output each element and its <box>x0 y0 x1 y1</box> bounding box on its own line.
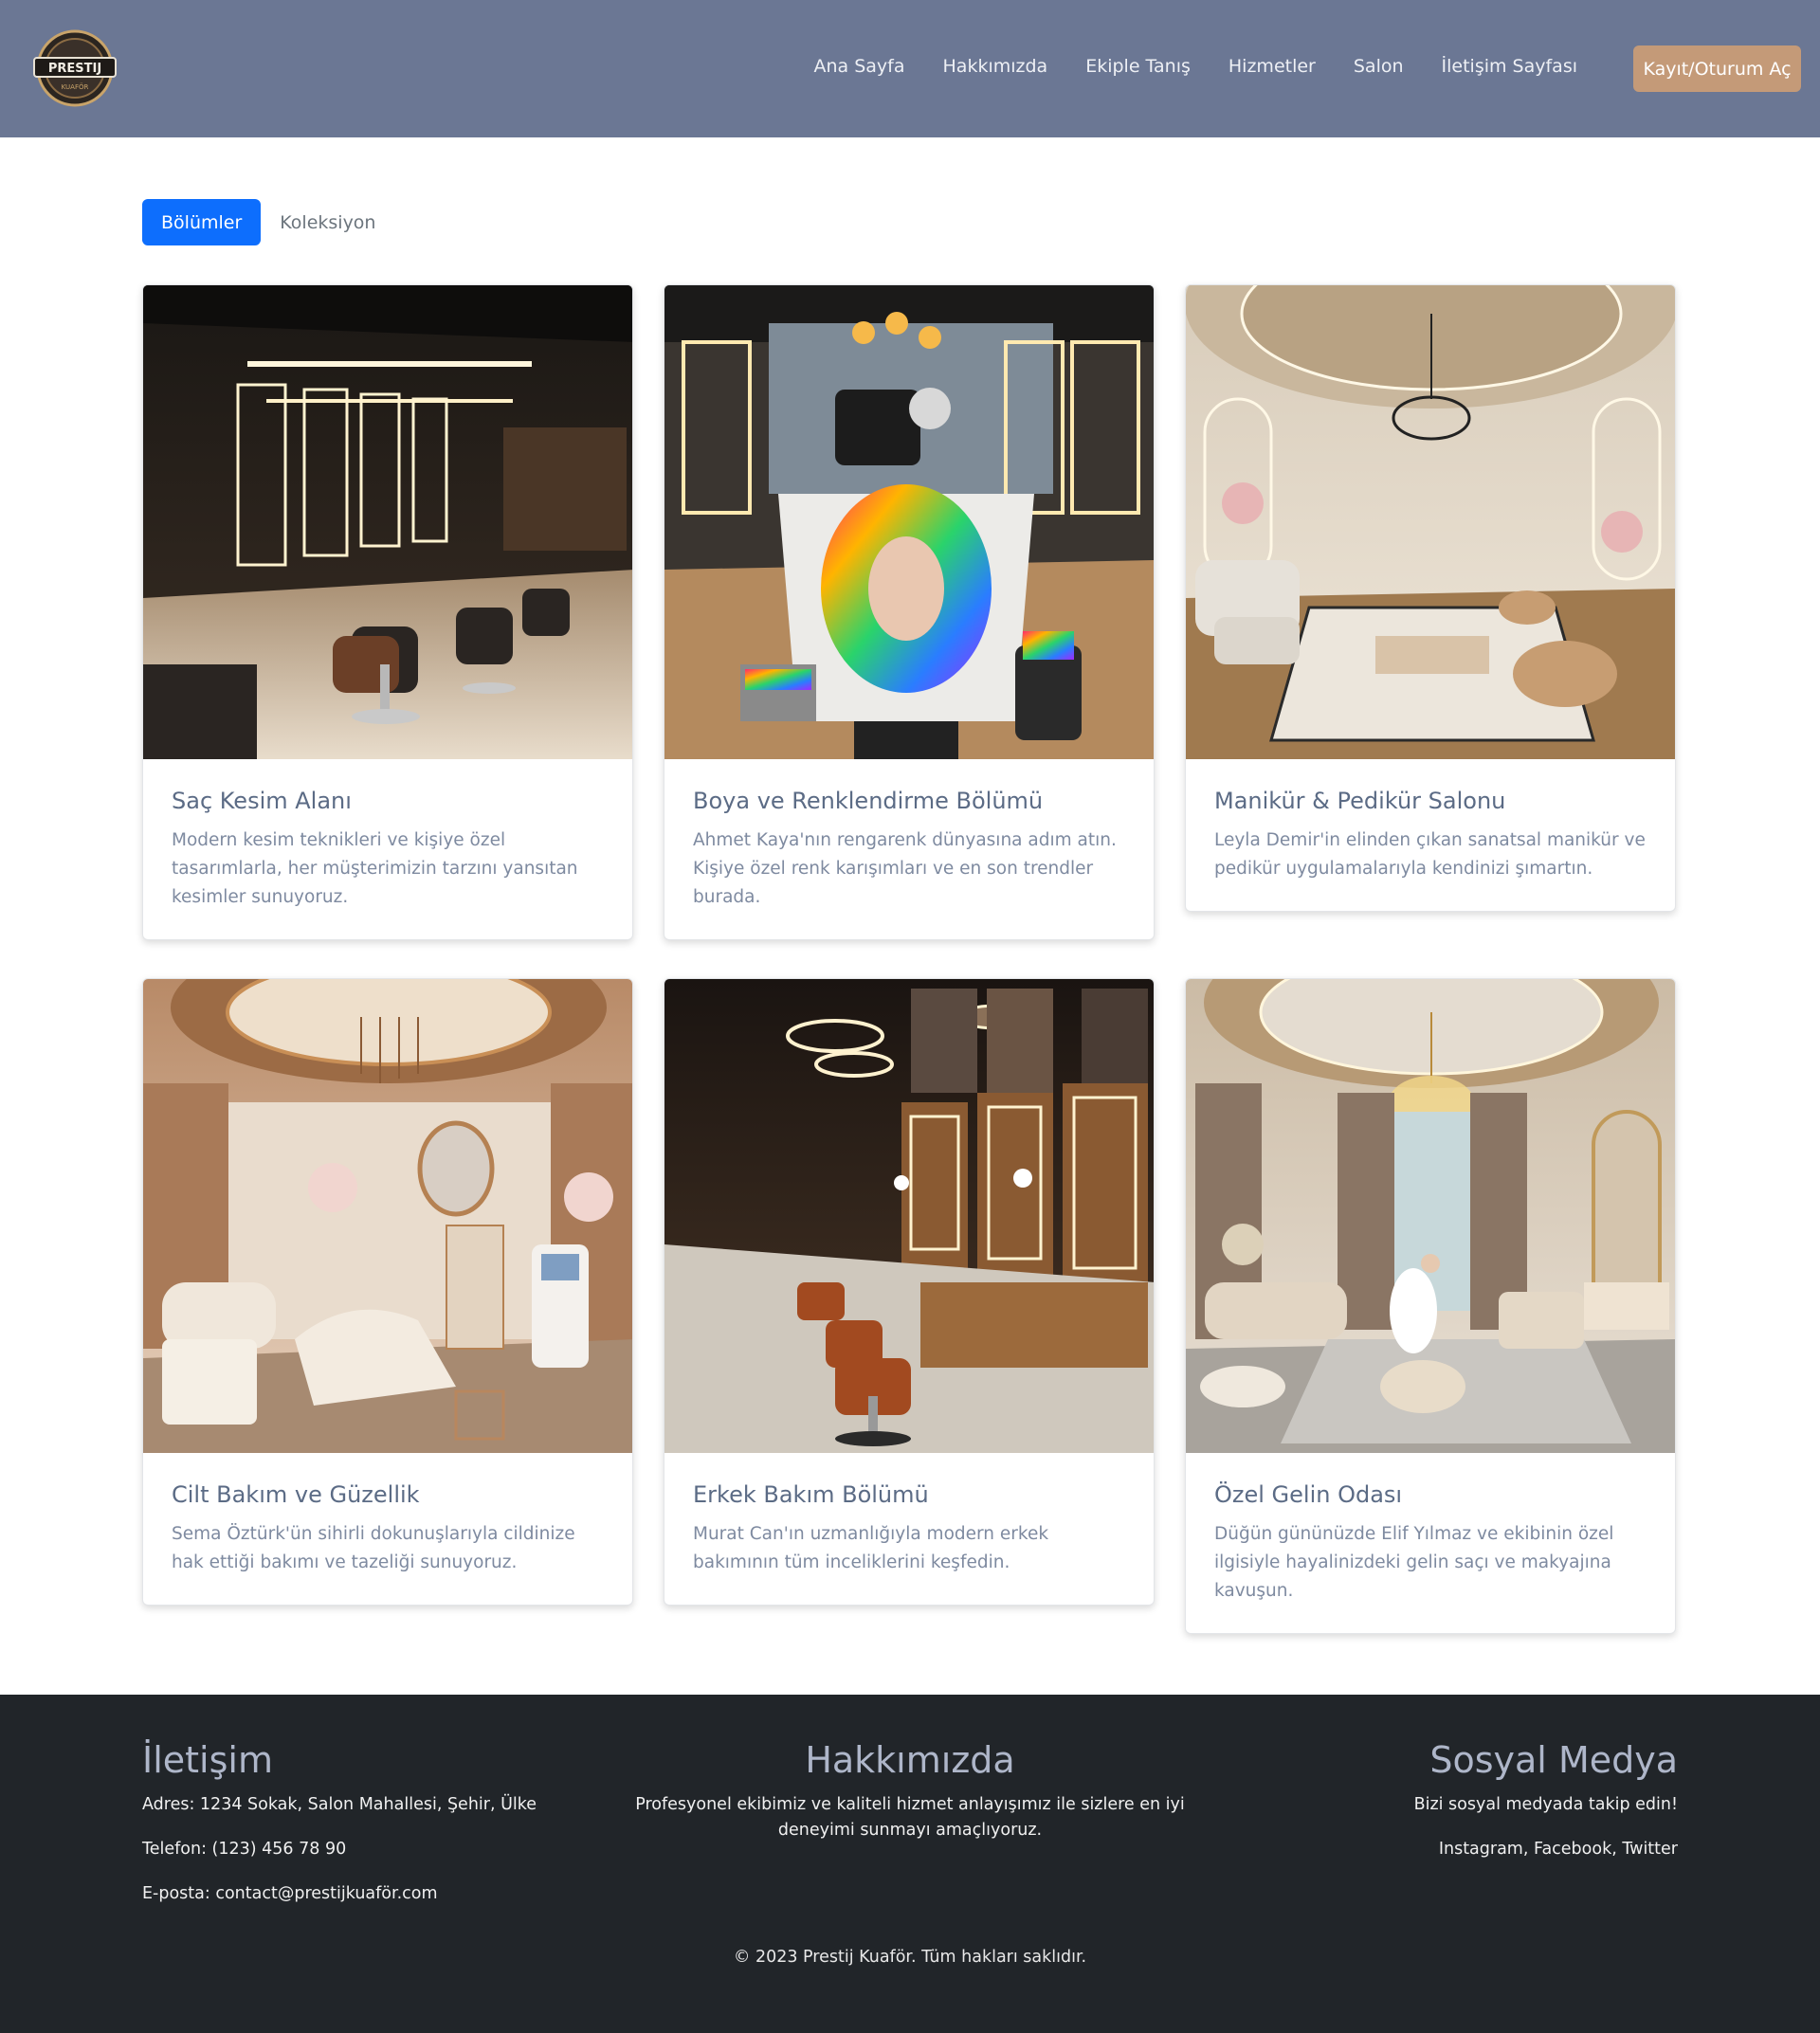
brand-logo[interactable]: PRESTIJ KUAFÖR <box>28 28 121 108</box>
card-title: Boya ve Renklendirme Bölümü <box>693 788 1044 814</box>
card-hair-cut[interactable]: Saç Kesim Alanı Modern kesim teknikleri … <box>142 284 633 940</box>
nav-menu: Ana Sayfa Hakkımızda Ekiple Tanış Hizmet… <box>776 56 1578 77</box>
footer-phone: Telefon: (123) 456 78 90 <box>142 1840 347 1859</box>
tab-koleksiyon[interactable]: Koleksiyon <box>261 199 394 245</box>
footer-email[interactable]: E-posta: contact@prestijkuaför.com <box>142 1884 438 1903</box>
card-bridal-room[interactable]: Özel Gelin Odası Düğün gününüzde Elif Yı… <box>1185 978 1676 1634</box>
nav-link-contact[interactable]: İletişim Sayfası <box>1442 56 1577 77</box>
footer-social-links[interactable]: Instagram, Facebook, Twitter <box>1299 1840 1678 1859</box>
card-text: Leyla Demir'in elinden çıkan sanatsal ma… <box>1214 830 1646 879</box>
card-title: Saç Kesim Alanı <box>172 788 352 814</box>
footer-address: Adres: 1234 Sokak, Salon Mahallesi, Şehi… <box>142 1795 537 1814</box>
skin-care-salon-image <box>143 979 632 1453</box>
card-title: Manikür & Pedikür Salonu <box>1214 788 1506 814</box>
card-text: Modern kesim teknikleri ve kişiye özel t… <box>172 830 578 907</box>
card-manicure[interactable]: Manikür & Pedikür Salonu Leyla Demir'in … <box>1185 284 1676 912</box>
footer-contact-title: İletişim <box>142 1739 273 1781</box>
card-title: Erkek Bakım Bölümü <box>693 1481 929 1508</box>
nav-link-salon[interactable]: Salon <box>1354 56 1404 77</box>
navbar: PRESTIJ KUAFÖR Ana Sayfa Hakkımızda Ekip… <box>0 0 1820 137</box>
card-text: Ahmet Kaya'nın rengarenk dünyasına adım … <box>693 830 1117 907</box>
footer-copyright: © 2023 Prestij Kuaför. Tüm hakları saklı… <box>733 1948 1087 1967</box>
card-title: Cilt Bakım ve Güzellik <box>172 1481 420 1508</box>
card-mens-care[interactable]: Erkek Bakım Bölümü Murat Can'ın uzmanlığ… <box>664 978 1155 1606</box>
section-tabs: Bölümler Koleksiyon <box>142 199 394 245</box>
card-text: Murat Can'ın uzmanlığıyla modern erkek b… <box>693 1524 1049 1572</box>
footer-about-line1: Profesyonel ekibimiz ve kaliteli hizmet … <box>635 1795 1185 1814</box>
nav-link-home[interactable]: Ana Sayfa <box>814 56 905 77</box>
manicure-salon-image <box>1186 285 1675 759</box>
logo-subtext: KUAFÖR <box>62 82 89 91</box>
card-skin-care[interactable]: Cilt Bakım ve Güzellik Sema Öztürk'ün si… <box>142 978 633 1606</box>
card-text: Düğün gününüzde Elif Yılmaz ve ekibinin … <box>1214 1524 1614 1601</box>
nav-link-team[interactable]: Ekiple Tanış <box>1085 56 1191 77</box>
mens-care-salon-image <box>664 979 1154 1453</box>
footer-about-line2: deneyimi sunmayı amaçlıyoruz. <box>777 1821 1043 1840</box>
footer-social-tagline: Bizi sosyal medyada takip edin! <box>1413 1795 1678 1814</box>
footer-about-title: Hakkımızda <box>805 1739 1015 1781</box>
hair-cut-salon-image <box>143 285 632 759</box>
card-coloring[interactable]: Boya ve Renklendirme Bölümü Ahmet Kaya'n… <box>664 284 1155 940</box>
logo-text: PRESTIJ <box>48 62 101 76</box>
tab-bolumler[interactable]: Bölümler <box>142 199 262 245</box>
nav-link-services[interactable]: Hizmetler <box>1228 56 1316 77</box>
card-text: Sema Öztürk'ün sihirli dokunuşlarıyla ci… <box>172 1524 575 1572</box>
card-title: Özel Gelin Odası <box>1214 1481 1403 1508</box>
nav-link-about[interactable]: Hakkımızda <box>943 56 1048 77</box>
footer-social-title: Sosyal Medya <box>1429 1739 1678 1781</box>
coloring-salon-image <box>664 285 1154 759</box>
bridal-room-image <box>1186 979 1675 1453</box>
login-register-button[interactable]: Kayıt/Oturum Aç <box>1633 45 1801 92</box>
